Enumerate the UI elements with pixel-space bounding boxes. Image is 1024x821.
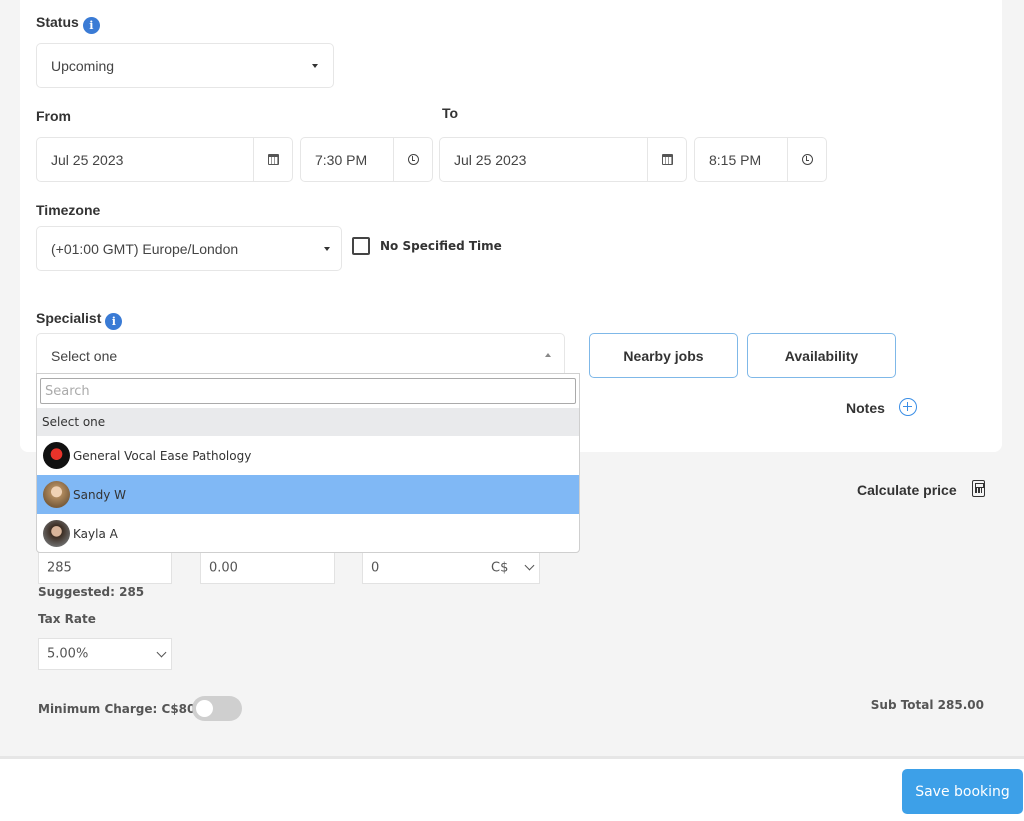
specialist-option[interactable]: Select one (37, 408, 579, 436)
to-label: To (442, 105, 459, 121)
extra-input[interactable]: 0 C$ (362, 551, 540, 584)
status-label-text: Status (36, 14, 79, 30)
specialist-option[interactable]: General Vocal Ease Pathology (37, 436, 579, 475)
discount-value: 0.00 (209, 560, 238, 575)
calendar-icon[interactable] (647, 138, 686, 181)
clock-icon[interactable] (393, 138, 432, 181)
sub-total: Sub Total 285.00 (870, 698, 984, 712)
from-date-value: Jul 25 2023 (51, 151, 124, 168)
logo-avatar (43, 442, 70, 469)
info-icon[interactable]: i (105, 313, 123, 330)
specialist-value: Select one (51, 347, 118, 364)
to-date-input[interactable]: Jul 25 2023 (439, 137, 687, 182)
to-time-input[interactable]: 8:15 PM (694, 137, 827, 182)
caret-up-icon (545, 353, 551, 357)
calculate-price-label: Calculate price (857, 482, 957, 498)
timezone-value: (+01:00 GMT) Europe/London (51, 240, 239, 257)
option-label: Sandy W (73, 487, 126, 502)
person-avatar (43, 520, 70, 547)
availability-button[interactable]: Availability (747, 333, 896, 378)
suggested-price: Suggested: 285 (38, 585, 145, 599)
specialist-label-text: Specialist (36, 310, 102, 326)
option-label: Kayla A (73, 526, 118, 541)
calendar-icon[interactable] (253, 138, 292, 181)
specialist-select[interactable]: Select one (36, 333, 565, 378)
no-specified-time-checkbox[interactable] (352, 237, 370, 255)
extra-value: 0 (371, 560, 380, 575)
calculator-icon[interactable] (972, 480, 985, 497)
footer-bar (0, 756, 1024, 821)
add-note-icon[interactable] (899, 398, 917, 416)
minimum-charge-toggle[interactable] (192, 696, 242, 721)
tax-rate-label: Tax Rate (38, 612, 96, 626)
status-select[interactable]: Upcoming (36, 43, 334, 88)
save-booking-button[interactable]: Save booking (902, 769, 1023, 814)
caret-down-icon (312, 64, 318, 68)
minimum-charge-label: Minimum Charge: C$80 (38, 702, 196, 716)
nearby-jobs-button[interactable]: Nearby jobs (589, 333, 738, 378)
option-label: General Vocal Ease Pathology (73, 448, 252, 463)
tax-rate-select[interactable]: 5.00% (38, 638, 172, 670)
to-time-value: 8:15 PM (709, 151, 762, 168)
specialist-dropdown: Select one General Vocal Ease Pathology … (36, 373, 580, 553)
clock-icon[interactable] (787, 138, 826, 181)
currency-select[interactable]: C$ (491, 560, 508, 575)
specialist-search-input[interactable] (40, 378, 576, 404)
status-value: Upcoming (51, 57, 115, 74)
caret-down-icon (324, 247, 330, 251)
from-label: From (36, 108, 71, 124)
from-time-value: 7:30 PM (315, 151, 368, 168)
specialist-label: Specialist i (36, 310, 123, 330)
option-label: Select one (42, 415, 106, 429)
chevron-down-icon (156, 647, 167, 658)
status-label: Status i (36, 14, 100, 34)
specialist-option[interactable]: Sandy W (37, 475, 579, 514)
tax-rate-value: 5.00% (47, 646, 89, 662)
discount-input[interactable]: 0.00 (200, 551, 335, 584)
price-input[interactable]: 285 (38, 551, 172, 584)
from-date-input[interactable]: Jul 25 2023 (36, 137, 293, 182)
price-value: 285 (47, 560, 72, 575)
info-icon[interactable]: i (82, 17, 100, 34)
person-avatar (43, 481, 70, 508)
timezone-label: Timezone (36, 202, 101, 218)
notes-label: Notes (846, 400, 885, 416)
chevron-down-icon (524, 560, 535, 571)
specialist-option[interactable]: Kayla A (37, 514, 579, 553)
to-date-value: Jul 25 2023 (454, 151, 527, 168)
timezone-select[interactable]: (+01:00 GMT) Europe/London (36, 226, 342, 271)
no-specified-time-label: No Specified Time (380, 239, 502, 253)
from-time-input[interactable]: 7:30 PM (300, 137, 433, 182)
